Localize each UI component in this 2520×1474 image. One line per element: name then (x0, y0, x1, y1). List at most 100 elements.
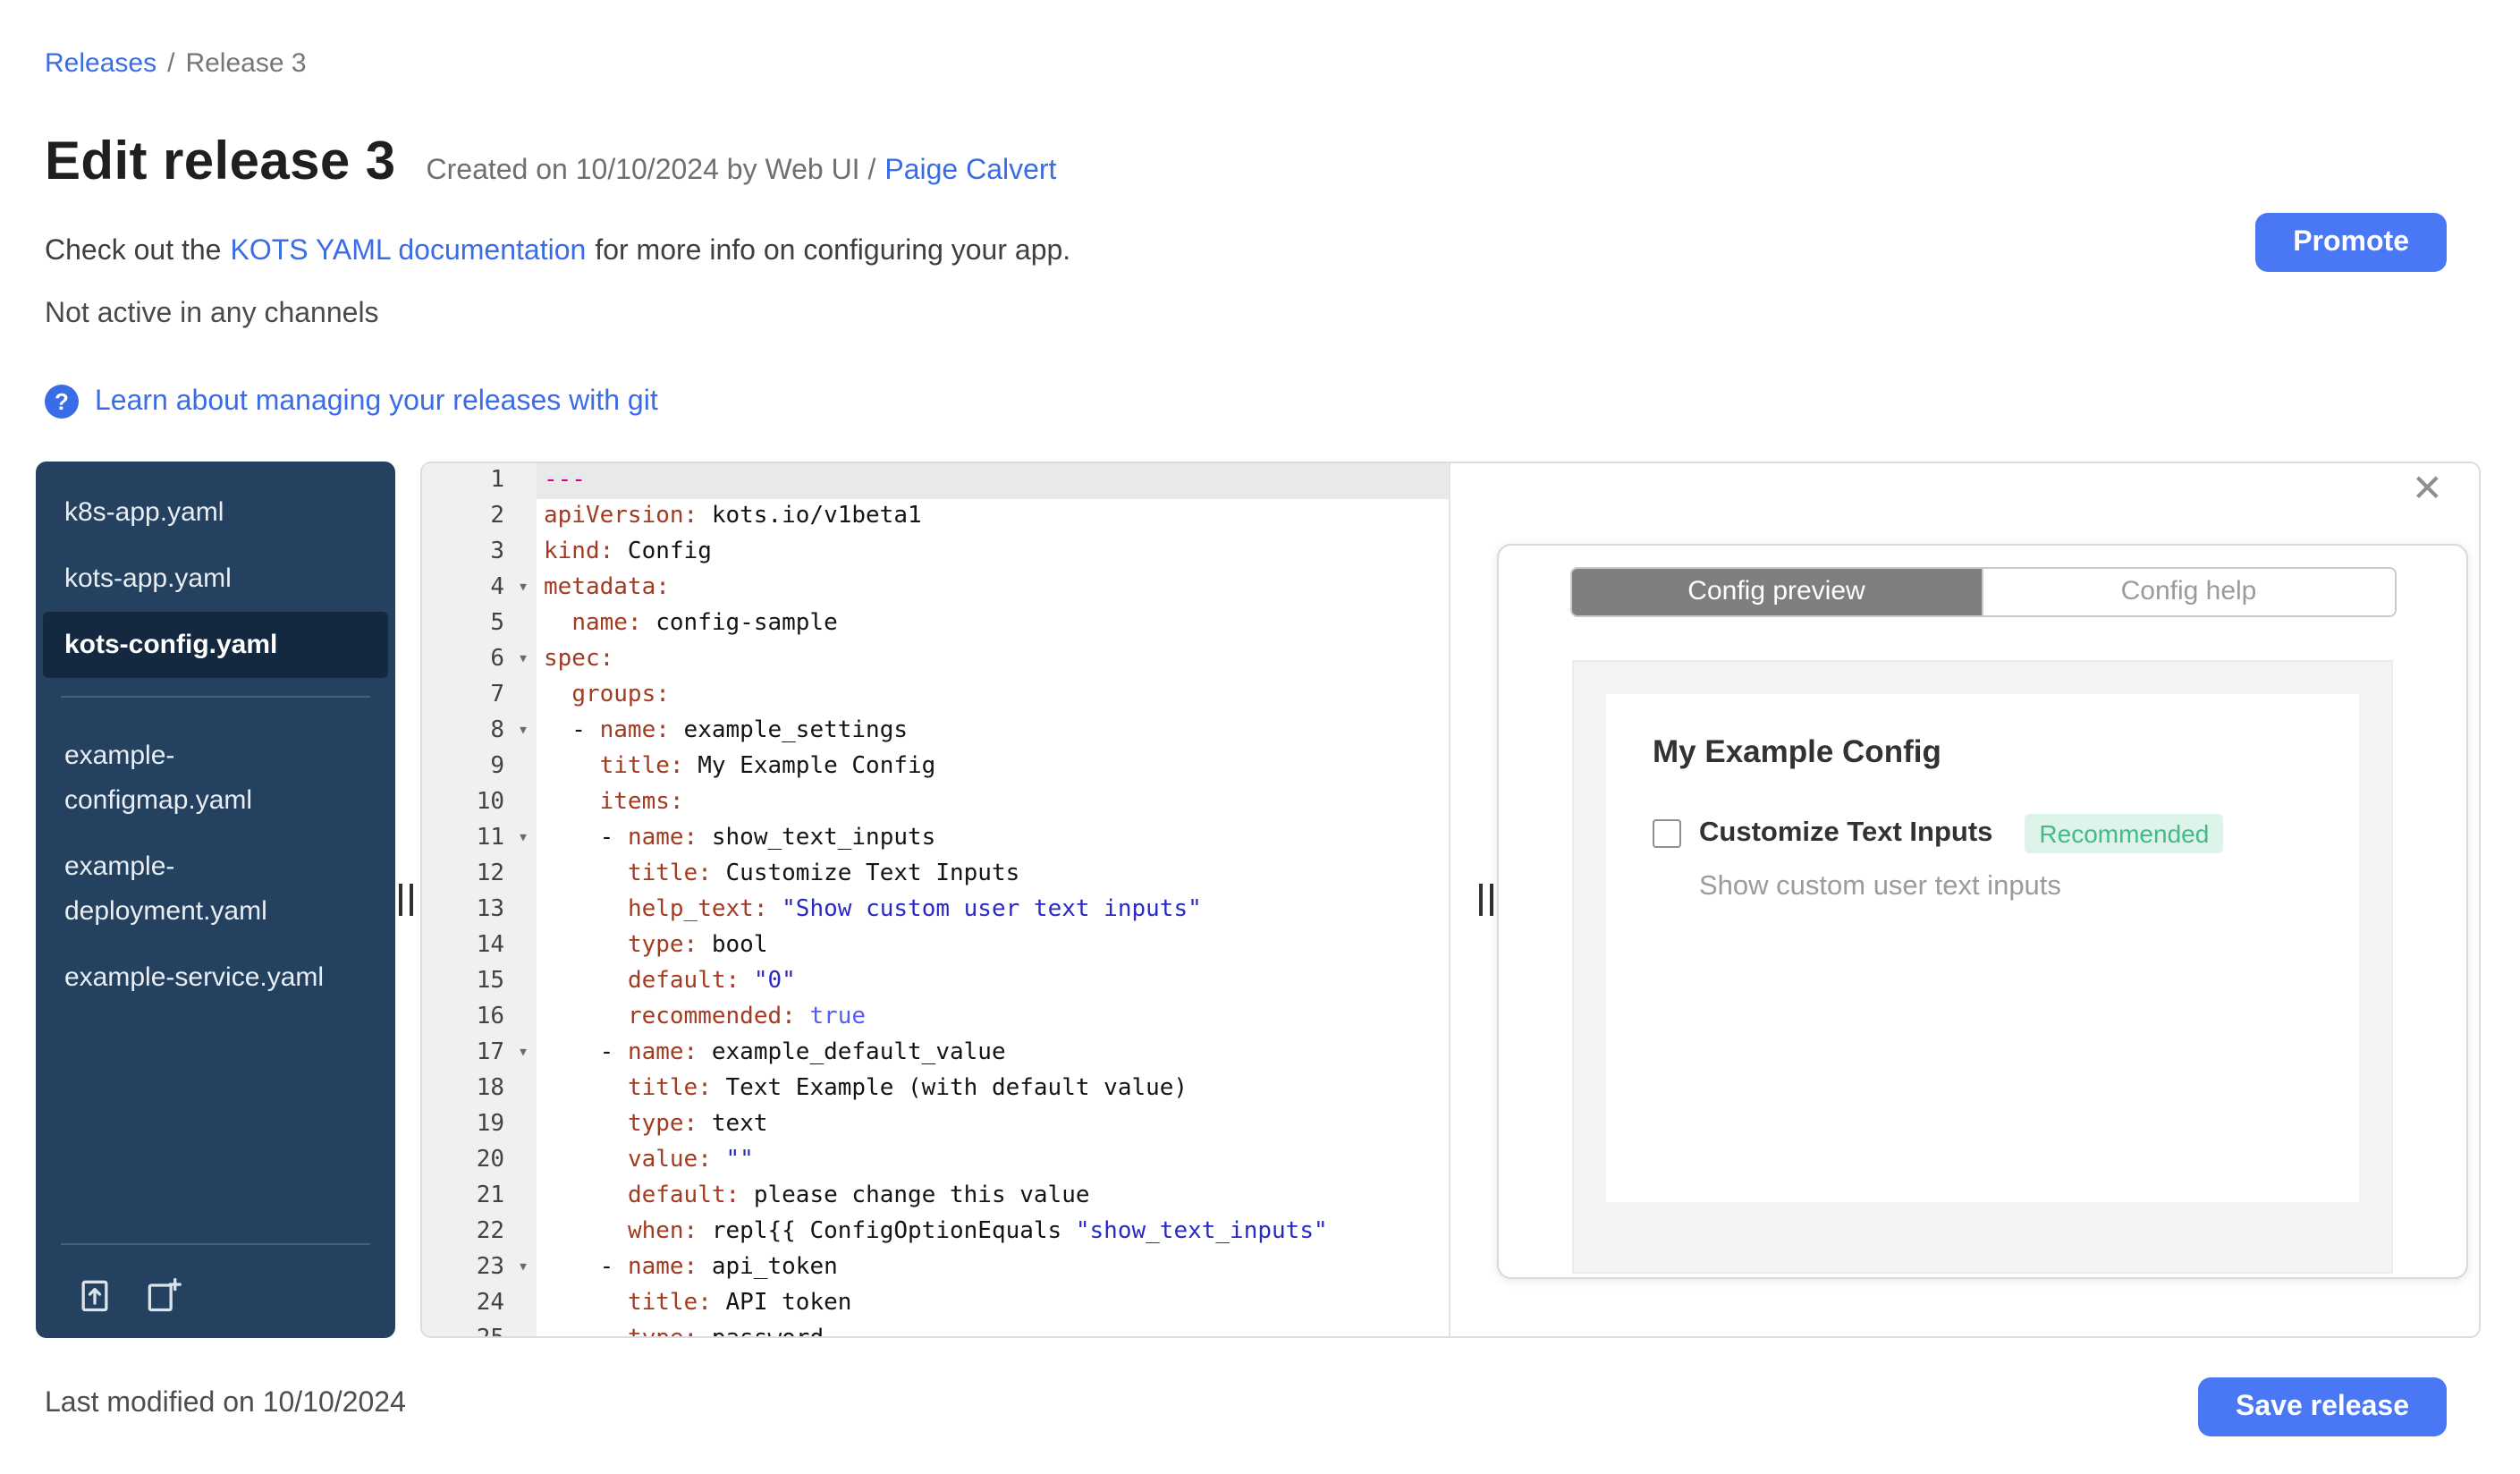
code-line-24[interactable]: 24 title: API token (422, 1286, 1449, 1322)
file-item-kots-config.yaml[interactable]: kots-config.yaml (43, 612, 388, 678)
line-gutter: 13 (422, 893, 537, 928)
fold-arrow-icon[interactable]: ▾ (510, 642, 537, 678)
workspace: k8s-app.yaml kots-app.yaml kots-config.yam… (36, 462, 2481, 1338)
editor-shell: 1 --- 2 apiVersion: kots.io/v1beta1 3 kind: C… (420, 462, 2481, 1338)
line-number: 11 (476, 825, 504, 851)
code-line-6[interactable]: 6 ▾ spec: (422, 642, 1449, 678)
code-line-21[interactable]: 21 default: please change this value (422, 1179, 1449, 1215)
code-line-3[interactable]: 3 kind: Config (422, 535, 1449, 571)
fold-arrow-icon[interactable]: ▾ (510, 714, 537, 750)
code-line-14[interactable]: 14 type: bool (422, 928, 1449, 964)
file-item-k8s-app.yaml[interactable]: k8s-app.yaml (36, 479, 395, 546)
code-line-11[interactable]: 11 ▾ - name: show_text_inputs (422, 821, 1449, 857)
kots-yaml-doc-link[interactable]: KOTS YAML documentation (230, 236, 586, 268)
git-help-row: ? Learn about managing your releases wit… (45, 385, 658, 419)
file-item-example-deployment.yaml[interactable]: example-deployment.yaml (36, 834, 395, 945)
code-line-5[interactable]: 5 name: config-sample (422, 606, 1449, 642)
channel-status: Not active in any channels (45, 299, 379, 329)
config-item-label[interactable]: Customize Text Inputs (1699, 817, 1992, 850)
code-line-20[interactable]: 20 value: "" (422, 1143, 1449, 1179)
line-gutter: 10 (422, 785, 537, 821)
question-circle-icon: ? (45, 385, 79, 419)
line-number: 25 (422, 1322, 510, 1336)
fold-arrow-icon[interactable]: ▾ (510, 821, 537, 857)
tab-config-preview[interactable]: Config preview (1571, 569, 1982, 615)
line-number: 9 (490, 753, 504, 780)
file-item-example-service.yaml[interactable]: example-service.yaml (36, 945, 395, 1011)
line-number: 16 (476, 1004, 504, 1030)
promote-button[interactable]: Promote (2255, 213, 2447, 272)
line-gutter: 25 (422, 1322, 537, 1336)
release-editor-page: Releases / Release 3 Edit release 3 Crea… (0, 0, 2520, 1474)
file-item-example-configmap.yaml[interactable]: example-configmap.yaml (36, 723, 395, 834)
line-gutter: 20 (422, 1143, 537, 1179)
code-line-18[interactable]: 18 title: Text Example (with default val… (422, 1072, 1449, 1107)
line-gutter: 18 (422, 1072, 537, 1107)
preview-tab-bar: Config preview Config help (1569, 567, 2396, 617)
line-gutter: 11 ▾ (422, 821, 537, 857)
yaml-code-editor[interactable]: 1 --- 2 apiVersion: kots.io/v1beta1 3 kind: C… (422, 463, 1449, 1336)
tab-config-help[interactable]: Config help (1982, 569, 2394, 615)
code-text: name: config-sample (571, 610, 838, 637)
line-gutter: 19 (422, 1107, 537, 1143)
code-line-13[interactable]: 13 help_text: "Show custom user text inp… (422, 893, 1449, 928)
fold-arrow-icon[interactable]: ▾ (510, 1036, 537, 1072)
line-gutter: 22 (422, 1215, 537, 1250)
code-line-16[interactable]: 16 recommended: true (422, 1000, 1449, 1036)
code-line-17[interactable]: 17 ▾ - name: example_default_value (422, 1036, 1449, 1072)
line-number: 22 (476, 1218, 504, 1245)
customize-text-inputs-checkbox[interactable] (1653, 819, 1681, 848)
fold-arrow-icon[interactable]: ▾ (510, 571, 537, 606)
config-group-card: My Example Config Customize Text Inputs … (1606, 694, 2359, 1202)
code-text: title: Text Example (with default value) (627, 1075, 1188, 1102)
code-line-19[interactable]: 19 type: text (422, 1107, 1449, 1143)
new-file-icon[interactable] (143, 1275, 182, 1315)
line-gutter: 12 (422, 857, 537, 893)
save-release-button[interactable]: Save release (2198, 1377, 2447, 1436)
code-line-23[interactable]: 23 ▾ - name: api_token (422, 1250, 1449, 1286)
breadcrumb-releases-link[interactable]: Releases (45, 48, 156, 79)
code-line-1[interactable]: 1 --- (422, 463, 1449, 499)
doc-info-row: Check out the KOTS YAML documentation fo… (45, 236, 1070, 268)
fold-arrow-icon[interactable]: ▾ (510, 1250, 537, 1286)
line-gutter: 4 ▾ (422, 571, 537, 606)
line-number: 13 (476, 896, 504, 923)
code-line-8[interactable]: 8 ▾ - name: example_settings (422, 714, 1449, 750)
doc-info-prefix: Check out the (45, 236, 222, 267)
code-line-15[interactable]: 15 default: "0" (422, 964, 1449, 1000)
code-text: items: (599, 789, 684, 816)
code-line-12[interactable]: 12 title: Customize Text Inputs (422, 857, 1449, 893)
line-gutter: 17 ▾ (422, 1036, 537, 1072)
sidebar-footer-divider (61, 1243, 370, 1245)
line-number: 12 (476, 860, 504, 887)
git-releases-help-link[interactable]: Learn about managing your releases with … (95, 385, 658, 418)
line-gutter: 8 ▾ (422, 714, 537, 750)
upload-file-icon[interactable] (75, 1275, 114, 1315)
code-line-22[interactable]: 22 when: repl{{ ConfigOptionEquals "show… (422, 1215, 1449, 1250)
author-link[interactable]: Paige Calvert (884, 156, 1056, 188)
code-line-4[interactable]: 4 ▾ metadata: (422, 571, 1449, 606)
created-line: Created on 10/10/2024 by Web UI / Paige … (427, 156, 1057, 188)
config-preview-card: Config preview Config help My Example Co… (1497, 544, 2468, 1279)
resize-handle-left[interactable] (399, 884, 413, 916)
code-text: value: "" (627, 1147, 754, 1173)
code-line-25[interactable]: 25 type: password (422, 1322, 1449, 1336)
line-gutter: 3 (422, 535, 537, 571)
line-number: 8 (490, 717, 504, 744)
file-item-kots-app.yaml[interactable]: kots-app.yaml (36, 546, 395, 612)
line-gutter: 23 ▾ (422, 1250, 537, 1286)
code-line-7[interactable]: 7 groups: (422, 678, 1449, 714)
code-line-2[interactable]: 2 apiVersion: kots.io/v1beta1 (422, 499, 1449, 535)
close-icon[interactable]: ✕ (2412, 470, 2443, 508)
line-number: 5 (490, 610, 504, 637)
code-line-10[interactable]: 10 items: (422, 785, 1449, 821)
code-line-9[interactable]: 9 title: My Example Config (422, 750, 1449, 785)
resize-handle-right[interactable] (1479, 884, 1493, 916)
code-text: title: Customize Text Inputs (627, 860, 1020, 887)
